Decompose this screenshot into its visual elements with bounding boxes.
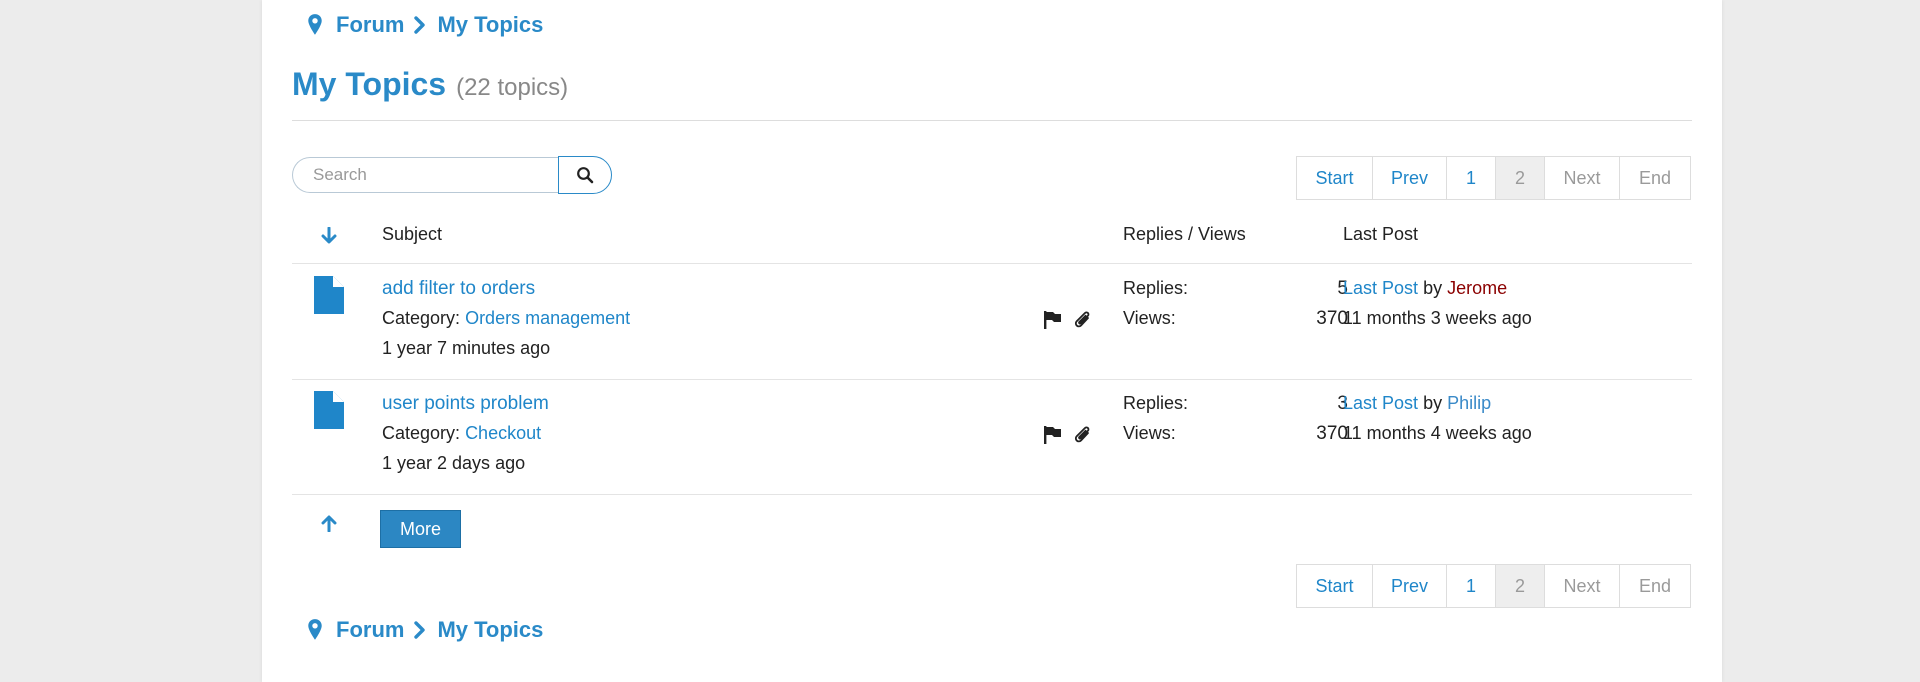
page-title: My Topics: [292, 66, 447, 102]
breadcrumb-top: Forum My Topics: [292, 12, 543, 38]
map-pin-icon: [308, 14, 322, 35]
column-header-last-post: Last Post: [1343, 224, 1419, 244]
pagination-prev[interactable]: Prev: [1372, 156, 1447, 200]
pagination-prev[interactable]: Prev: [1372, 564, 1447, 608]
last-post-time: 11 months 3 weeks ago: [1343, 308, 1532, 328]
views-label: Views:: [1123, 423, 1176, 443]
forum-page: Forum My Topics My Topics (22 topics) Se…: [262, 0, 1722, 682]
pagination-page-2: 2: [1495, 156, 1545, 200]
search-button[interactable]: [558, 156, 612, 194]
topic-category: Category: Orders management: [382, 308, 630, 329]
breadcrumb-my-topics-link[interactable]: My Topics: [437, 12, 543, 38]
views-count: 370: [1316, 423, 1348, 444]
topic-category: Category: Checkout: [382, 423, 541, 444]
column-header-subject: Subject: [382, 224, 443, 244]
last-post-author[interactable]: Jerome: [1447, 278, 1507, 298]
category-label: Category:: [382, 308, 461, 328]
document-icon: [314, 276, 344, 314]
last-post-info: Last Post by Jerome: [1343, 278, 1507, 299]
column-header-replies-views: Replies / Views: [1123, 224, 1246, 244]
map-pin-icon: [308, 619, 322, 640]
breadcrumb-bottom: Forum My Topics: [292, 617, 543, 643]
title-divider: [292, 120, 1692, 121]
topic-subject-link[interactable]: add filter to orders: [382, 278, 535, 300]
last-post-link[interactable]: Last Post: [1343, 393, 1418, 413]
pagination-page-1[interactable]: 1: [1446, 156, 1496, 200]
replies-label: Replies:: [1123, 278, 1189, 298]
topic-age: 1 year 7 minutes ago: [382, 338, 551, 358]
views-count: 370: [1316, 308, 1348, 329]
sort-down-arrow-icon[interactable]: [320, 227, 338, 245]
topic-count: (22 topics): [456, 74, 569, 101]
paperclip-icon[interactable]: [1073, 309, 1093, 331]
breadcrumb-forum-link[interactable]: Forum: [336, 12, 404, 38]
breadcrumb-my-topics-link[interactable]: My Topics: [437, 617, 543, 643]
breadcrumb-forum-link[interactable]: Forum: [336, 617, 404, 643]
pagination-next: Next: [1544, 156, 1620, 200]
document-icon: [314, 391, 344, 429]
flag-icon[interactable]: [1042, 310, 1062, 330]
flag-icon[interactable]: [1042, 425, 1062, 445]
table-row: add filter to orders Category: Orders ma…: [292, 264, 1692, 379]
pagination-page-2: 2: [1495, 564, 1545, 608]
search-form: [292, 156, 612, 194]
last-post-link[interactable]: Last Post: [1343, 278, 1418, 298]
pagination-end: End: [1619, 156, 1691, 200]
pagination-page-1[interactable]: 1: [1446, 564, 1496, 608]
chevron-right-icon: [414, 621, 426, 639]
by-label: by: [1423, 393, 1443, 413]
topic-subject-link[interactable]: user points problem: [382, 393, 549, 415]
table-row: user points problem Category: Checkout 1…: [292, 379, 1692, 494]
paperclip-icon[interactable]: [1073, 424, 1093, 446]
pagination-start[interactable]: Start: [1296, 564, 1373, 608]
views-label: Views:: [1123, 308, 1176, 328]
pagination-next: Next: [1544, 564, 1620, 608]
sort-up-arrow-icon[interactable]: [320, 514, 338, 532]
category-link[interactable]: Orders management: [465, 308, 630, 328]
search-input[interactable]: [292, 157, 558, 193]
replies-count: 3: [1337, 393, 1348, 414]
search-icon: [577, 167, 594, 184]
category-label: Category:: [382, 423, 461, 443]
pagination-bottom: Start Prev 1 2 Next End: [1296, 564, 1691, 608]
chevron-right-icon: [414, 16, 426, 34]
pagination-top: Start Prev 1 2 Next End: [1296, 156, 1691, 200]
pagination-end: End: [1619, 564, 1691, 608]
page-header: My Topics (22 topics): [292, 66, 568, 103]
replies-count: 5: [1337, 278, 1348, 299]
last-post-author[interactable]: Philip: [1447, 393, 1491, 413]
by-label: by: [1423, 278, 1443, 298]
row-divider: [292, 494, 1692, 495]
category-link[interactable]: Checkout: [465, 423, 541, 443]
replies-label: Replies:: [1123, 393, 1189, 413]
topic-age: 1 year 2 days ago: [382, 453, 526, 473]
more-button[interactable]: More: [380, 510, 461, 548]
last-post-info: Last Post by Philip: [1343, 393, 1491, 414]
content-area: Forum My Topics My Topics (22 topics) Se…: [292, 0, 1692, 682]
pagination-start[interactable]: Start: [1296, 156, 1373, 200]
last-post-time: 11 months 4 weeks ago: [1343, 423, 1532, 443]
